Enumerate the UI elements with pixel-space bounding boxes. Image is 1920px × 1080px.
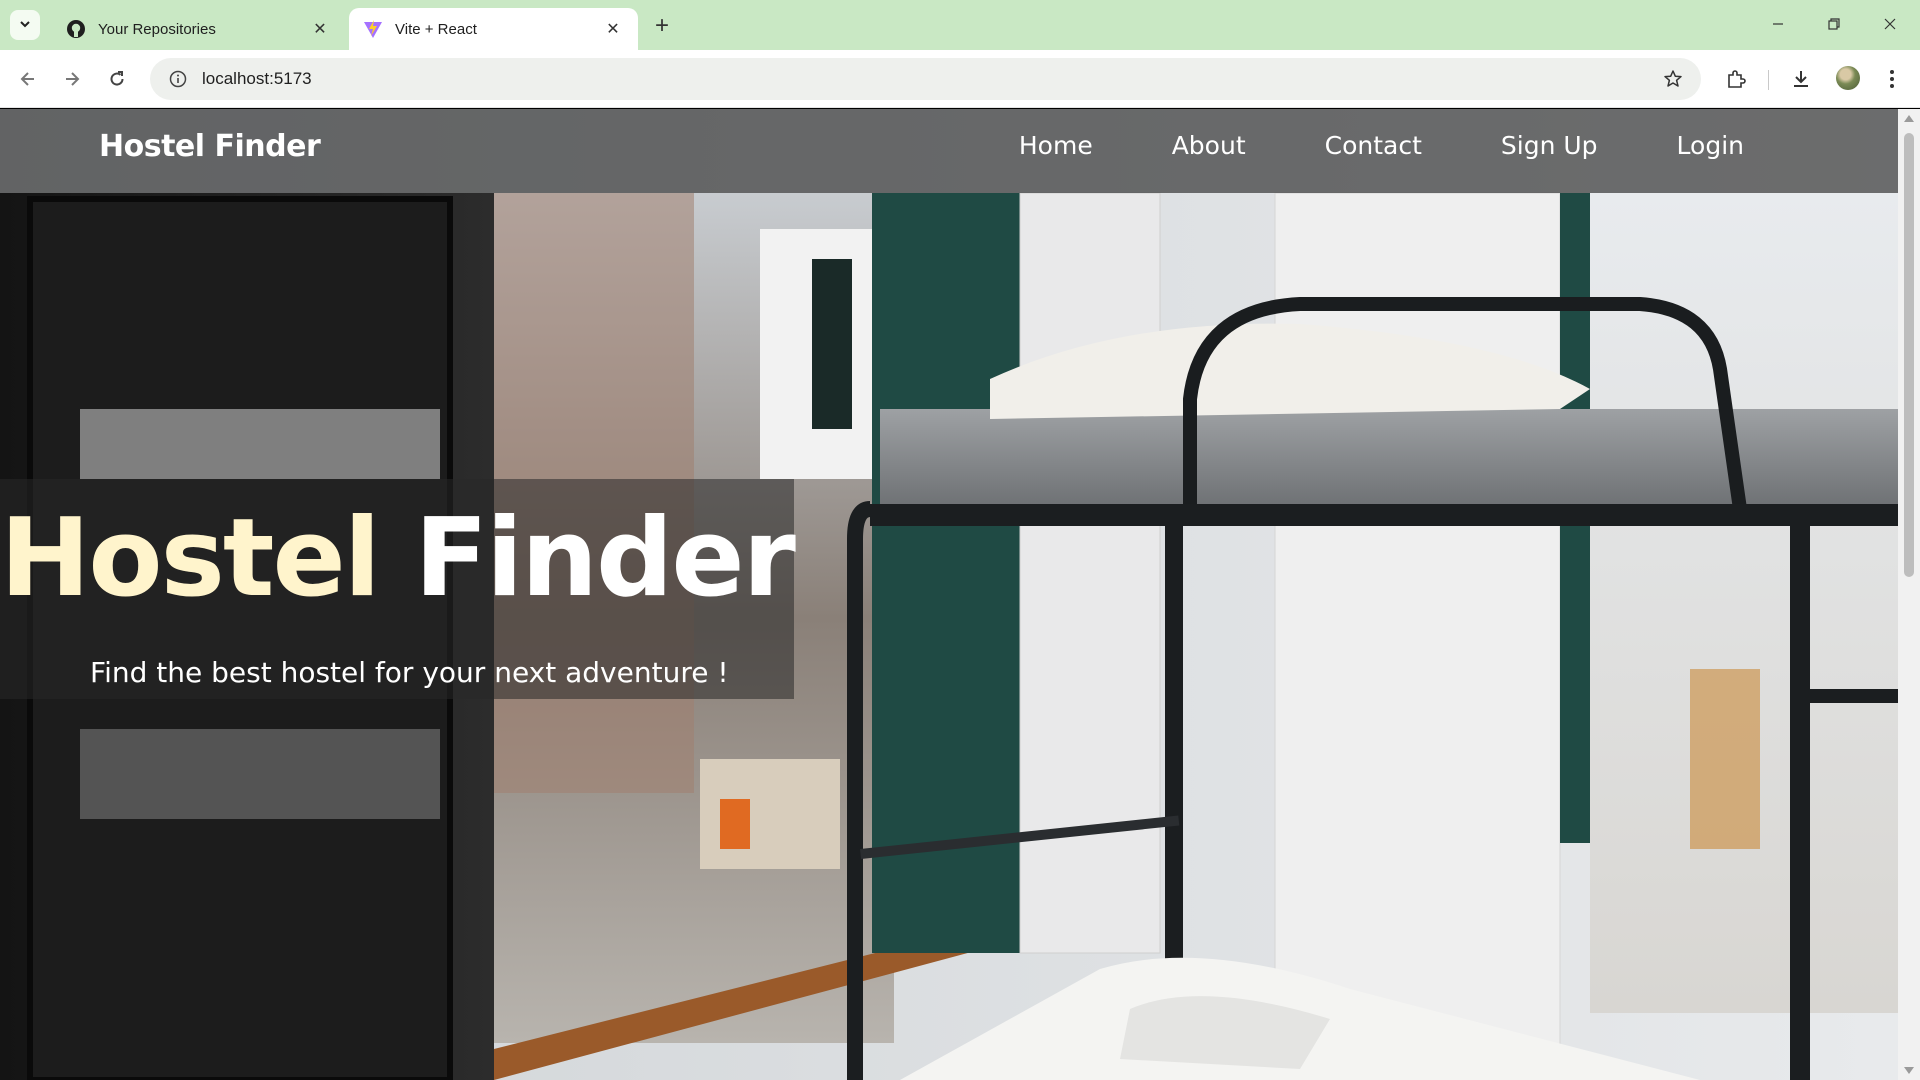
tab-strip: Your Repositories ✕ Vite + React ✕ + [0,0,1920,50]
vite-icon [363,19,383,39]
tab-vite-react[interactable]: Vite + React ✕ [349,8,638,50]
arrow-left-icon [20,72,34,86]
site-info-icon[interactable] [156,58,200,100]
nav-link-sign-up[interactable]: Sign Up [1501,131,1598,160]
hero-subtitle: Find the best hostel for your next adven… [90,656,729,689]
extensions-button[interactable] [1720,63,1752,95]
address-url[interactable]: localhost:5173 [202,69,1653,89]
chevron-down-icon [18,16,32,35]
tab-title: Vite + React [395,20,477,38]
hero-title-word-2: Finder [414,496,795,621]
address-bar[interactable]: localhost:5173 [150,58,1701,100]
nav-link-about[interactable]: About [1172,131,1246,160]
scrollbar-thumb[interactable] [1904,133,1914,577]
restore-button[interactable] [1806,0,1862,48]
bookmark-star-icon[interactable] [1653,59,1693,99]
profile-avatar[interactable] [1836,66,1860,90]
browser-toolbar: localhost:5173 [0,50,1920,108]
tab-search-button[interactable] [10,10,40,40]
nav-link-home[interactable]: Home [1019,131,1093,160]
download-icon [1794,71,1808,87]
tab-your-repositories[interactable]: Your Repositories ✕ [52,8,345,50]
page-viewport: Hostel Finder Home About Contact Sign Up… [0,109,1898,1080]
site-navbar: Hostel Finder Home About Contact Sign Up… [0,109,1898,193]
close-window-button[interactable] [1862,0,1918,48]
close-icon[interactable]: ✕ [309,18,331,40]
minimize-icon [1773,23,1783,25]
nav-link-login[interactable]: Login [1677,131,1744,160]
nav-link-contact[interactable]: Contact [1325,131,1422,160]
reload-button[interactable] [101,63,133,95]
hero-title-word-1: Hostel [0,496,381,621]
toolbar-divider [1768,70,1769,90]
site-brand[interactable]: Hostel Finder [99,129,321,164]
puzzle-icon [1728,70,1746,88]
tab-title: Your Repositories [98,20,216,38]
page-scrollbar[interactable] [1898,109,1920,1080]
scroll-up-icon[interactable] [1904,115,1914,122]
hero-title: Hostel Finder [0,494,796,624]
reload-icon [110,71,124,86]
github-icon [66,19,86,39]
scroll-down-icon[interactable] [1904,1067,1914,1074]
forward-button[interactable] [56,63,88,95]
nav-links: Home About Contact Sign Up Login [940,131,1744,160]
downloads-button[interactable] [1785,63,1817,95]
more-vertical-icon [1890,70,1894,88]
back-button[interactable] [12,63,44,95]
close-icon [1884,18,1896,30]
minimize-button[interactable] [1750,0,1806,48]
arrow-right-icon [66,72,80,86]
restore-icon [1828,18,1840,30]
menu-button[interactable] [1876,63,1908,95]
new-tab-button[interactable]: + [648,12,676,40]
close-icon[interactable]: ✕ [602,18,624,40]
